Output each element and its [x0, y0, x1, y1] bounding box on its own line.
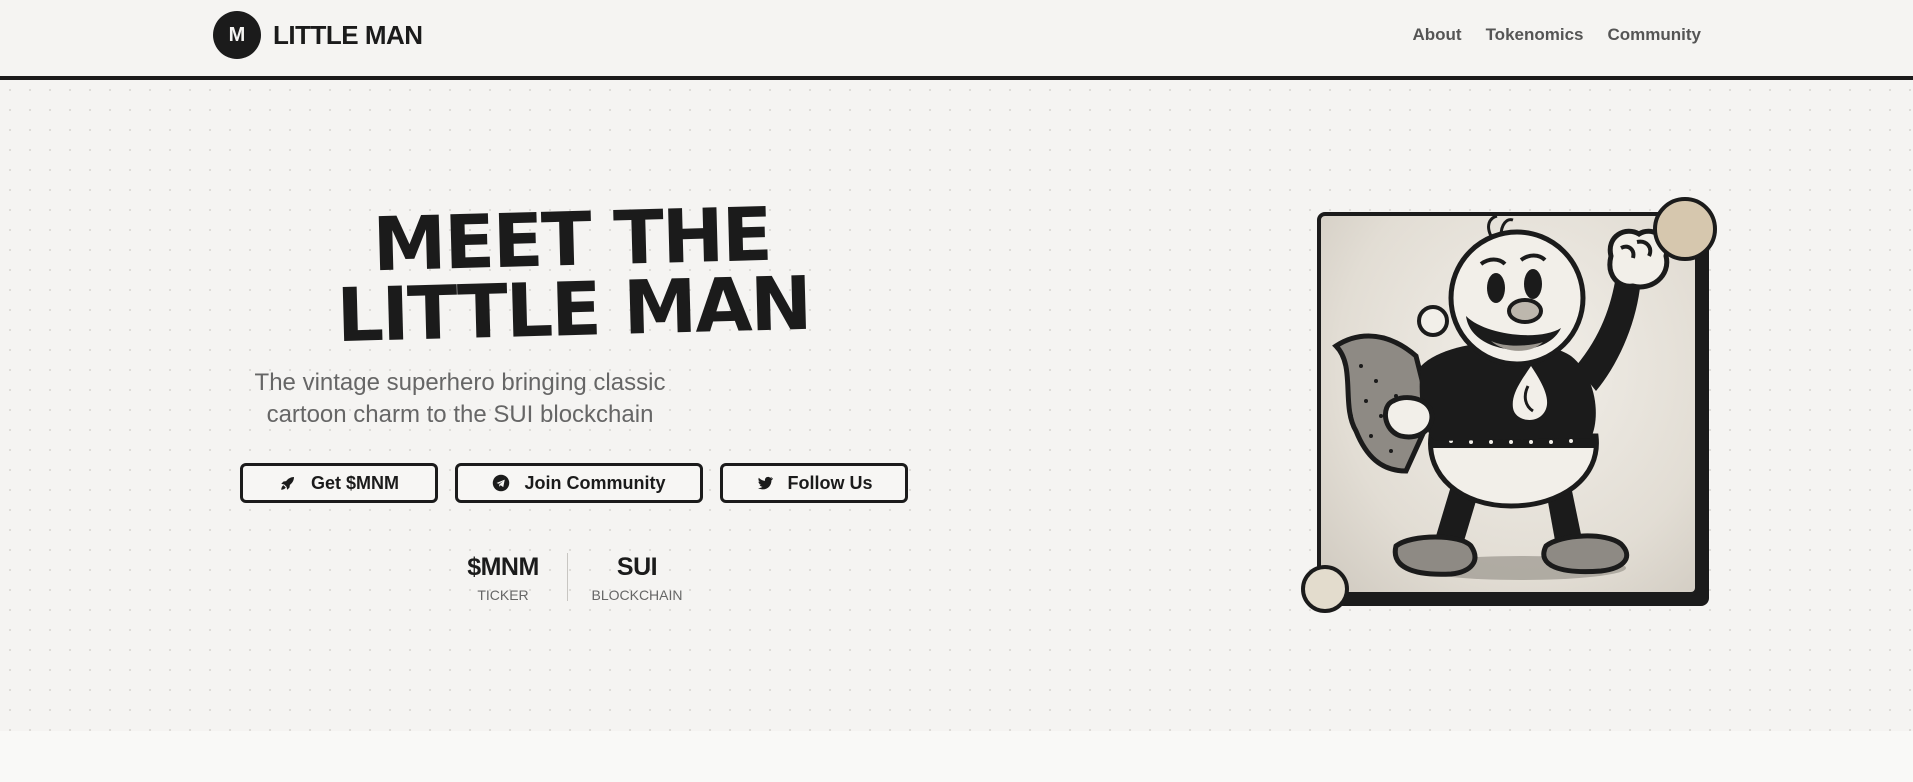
main-nav: About Tokenomics Community — [1412, 25, 1701, 45]
hero-headline: MEET THE LITTLE MAN — [333, 192, 812, 360]
rocket-icon — [281, 477, 294, 490]
coin-decoration — [1301, 565, 1349, 613]
brand[interactable]: M LITTLE MAN — [213, 11, 423, 59]
join-community-button[interactable]: Join Community — [455, 463, 703, 503]
stat-blockchain-value: SUI — [616, 553, 658, 581]
nav-community-link[interactable]: Community — [1608, 25, 1702, 45]
stat-ticker: $MNM TICKER — [462, 553, 544, 603]
mascot-illustration — [1332, 216, 1670, 580]
get-mnm-label: Get $MNM — [310, 472, 399, 493]
twitter-icon — [757, 476, 773, 490]
mascot-card — [1317, 212, 1699, 596]
hero-subtitle: The vintage superhero bringing classic c… — [254, 369, 666, 428]
telegram-icon — [493, 474, 510, 492]
hero-buttons: Get $MNM Join Community Follow Us — [240, 463, 908, 503]
brand-logo[interactable]: M — [213, 11, 261, 59]
stat-divider — [567, 553, 568, 601]
nav-tokenomics-link[interactable]: Tokenomics — [1486, 25, 1584, 45]
gold-coin-decoration — [1653, 197, 1717, 261]
stat-ticker-value: $MNM — [467, 553, 539, 581]
join-community-label: Join Community — [524, 472, 666, 493]
stat-ticker-label: TICKER — [477, 587, 529, 603]
site-header: M LITTLE MAN About Tokenomics Community — [0, 0, 1913, 80]
token-stats: $MNM TICKER SUI BLOCKCHAIN — [462, 553, 683, 603]
follow-us-button[interactable]: Follow Us — [720, 463, 908, 503]
stat-blockchain-label: BLOCKCHAIN — [591, 587, 683, 603]
stat-blockchain: SUI BLOCKCHAIN — [591, 553, 683, 603]
brand-name[interactable]: LITTLE MAN — [273, 20, 423, 51]
headline-line-2: LITTLE MAN — [335, 260, 812, 360]
nav-about-link[interactable]: About — [1412, 25, 1461, 45]
get-mnm-button[interactable]: Get $MNM — [240, 463, 438, 503]
follow-us-label: Follow Us — [787, 472, 873, 493]
next-section-edge — [0, 731, 1913, 782]
